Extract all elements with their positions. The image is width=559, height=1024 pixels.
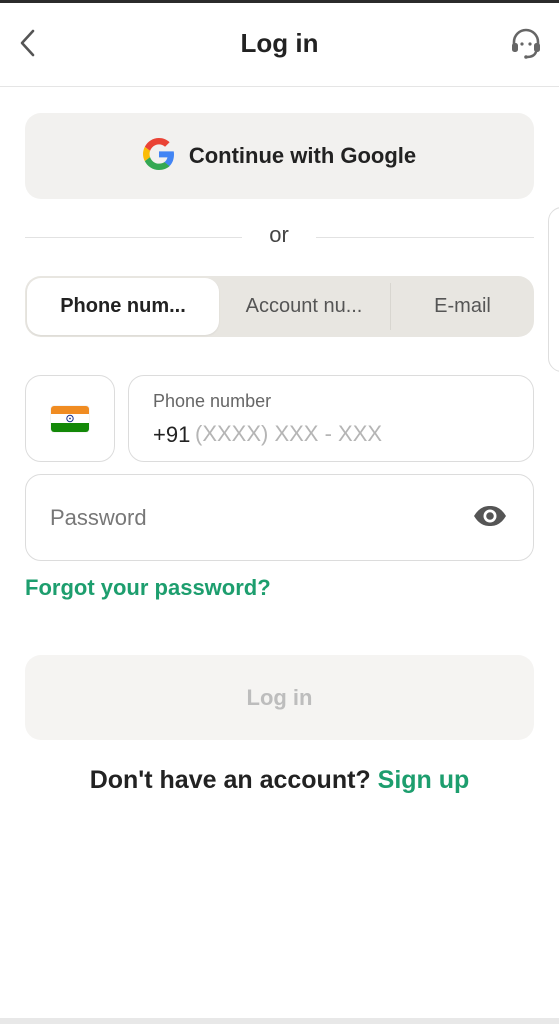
eye-icon [472,504,508,533]
app-header: Log in [0,3,559,87]
continue-with-google-button[interactable]: Continue with Google [25,113,534,199]
login-method-tabs: Phone num... Account nu... E-mail [25,276,534,337]
signup-prompt-text: Don't have an account? [89,766,371,794]
divider-line-left [25,237,242,238]
bottom-edge [0,1018,559,1024]
google-icon [142,137,175,175]
tab-phone-number[interactable]: Phone num... [27,278,219,335]
toggle-password-visibility-button[interactable] [470,501,510,535]
country-selector[interactable] [25,375,115,462]
country-code: +91 [153,422,191,447]
phone-number-field[interactable]: Phone number +91 [128,375,534,462]
password-input[interactable] [50,501,450,535]
signup-link[interactable]: Sign up [378,766,470,794]
headset-icon [508,25,544,66]
side-panel-edge [548,207,559,372]
divider-or: or [269,222,289,247]
india-flag-icon [51,405,89,432]
google-button-label: Continue with Google [188,143,417,168]
password-field[interactable] [25,474,534,561]
divider-line-right [316,237,534,238]
tab-account-number[interactable]: Account nu... [219,276,389,337]
login-screen: Log in Continue with Google or Phone num… [0,0,559,1024]
phone-number-input[interactable] [195,418,495,450]
login-button[interactable]: Log in [25,655,534,740]
phone-number-label: Phone number [153,391,272,411]
page-title: Log in [240,28,319,58]
forgot-password-link[interactable]: Forgot your password? [25,575,271,601]
signup-prompt-row: Don't have an account? Sign up [0,766,559,795]
tab-email[interactable]: E-mail [390,283,534,330]
support-button[interactable] [506,25,546,65]
